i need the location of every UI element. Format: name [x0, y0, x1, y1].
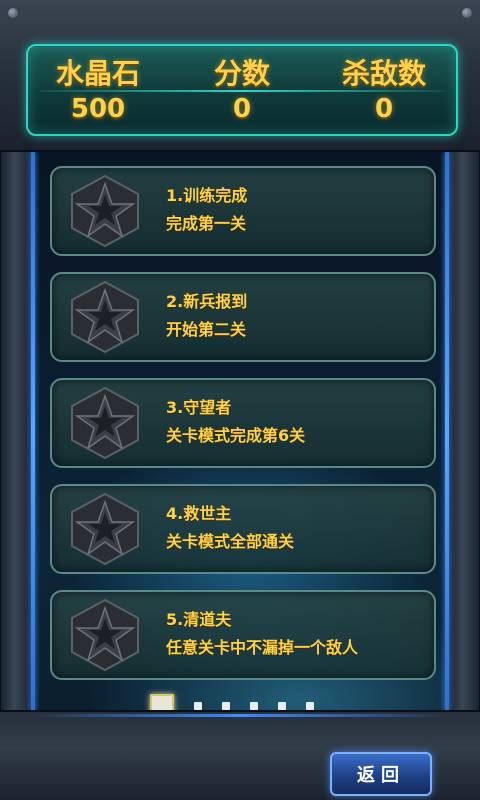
achievement-card-4[interactable]: 4.救世主 关卡模式全部通关: [50, 484, 436, 574]
bolt-icon: [8, 8, 18, 18]
achievement-desc: 开始第二关: [166, 320, 247, 339]
achievement-card-5[interactable]: 5.清道夫 任意关卡中不漏掉一个敌人: [50, 590, 436, 680]
achievement-desc: 任意关卡中不漏掉一个敌人: [166, 638, 359, 657]
star-badge-icon: [71, 492, 139, 566]
score-label: 分数: [213, 57, 270, 90]
page-dot[interactable]: [194, 702, 202, 710]
achievement-title: 4.救世主: [166, 504, 232, 523]
star-badge-icon: [71, 174, 139, 248]
achievement-title: 3.守望者: [166, 398, 232, 417]
right-frame: [445, 150, 480, 712]
glow-strip: [30, 714, 450, 717]
page-dot[interactable]: [250, 702, 258, 710]
achievement-card-2[interactable]: 2.新兵报到 开始第二关: [50, 272, 436, 362]
page-dot[interactable]: [306, 702, 314, 710]
achievement-desc: 关卡模式全部通关: [166, 532, 295, 551]
crystal-value: 500: [70, 94, 126, 124]
achievement-card-3[interactable]: 3.守望者 关卡模式完成第6关: [50, 378, 436, 468]
achievement-title: 2.新兵报到: [166, 292, 248, 311]
achievement-desc: 关卡模式完成第6关: [166, 426, 306, 445]
stats-divider: [40, 90, 444, 92]
left-frame: [0, 150, 35, 712]
star-badge-icon: [71, 386, 139, 460]
stats-panel: 水晶石 分数 杀敌数 500 0 0: [26, 44, 458, 136]
achievement-title: 5.清道夫: [166, 610, 232, 629]
achievement-card-1[interactable]: 1.训练完成 完成第一关: [50, 166, 436, 256]
page-dot[interactable]: [278, 702, 286, 710]
score-value: 0: [232, 94, 252, 124]
achievements-screen: 水晶石 分数 杀敌数 500 0 0 1.训练完成 完成第一关 2.新兵报到 开…: [0, 0, 480, 800]
crystal-label: 水晶石: [55, 57, 140, 90]
top-frame: 水晶石 分数 杀敌数 500 0 0: [0, 0, 480, 152]
star-badge-icon: [71, 280, 139, 354]
kills-value: 0: [374, 94, 394, 124]
achievement-desc: 完成第一关: [166, 214, 247, 233]
bolt-icon: [462, 8, 472, 18]
kills-label: 杀敌数: [341, 57, 426, 90]
page-dot[interactable]: [222, 702, 230, 710]
star-badge-icon: [71, 598, 139, 672]
back-button[interactable]: 返回: [330, 752, 432, 796]
achievement-title: 1.训练完成: [166, 186, 248, 205]
